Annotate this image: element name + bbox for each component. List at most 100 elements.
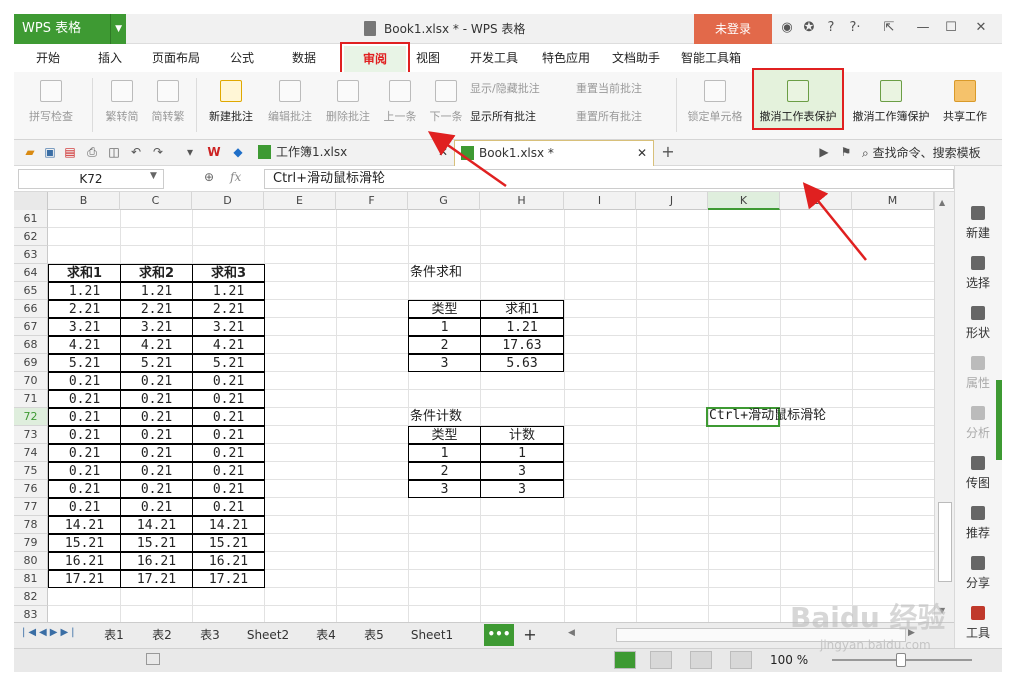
sheet-tab[interactable]: 表3 (192, 625, 228, 645)
table-cell[interactable]: 2.21 (48, 300, 121, 318)
tab-page-layout[interactable]: 页面布局 (148, 46, 204, 70)
restore-ribbon-icon[interactable]: ⇱ (880, 19, 898, 37)
column-header-l[interactable]: L (780, 192, 852, 210)
cond-count-cell[interactable]: 1 (480, 444, 564, 462)
tab-home[interactable]: 开始 (30, 46, 66, 70)
table-cell[interactable]: 0.21 (120, 498, 193, 516)
reading-mode-button[interactable] (730, 651, 752, 669)
row-header-78[interactable]: 78 (14, 516, 48, 534)
spellcheck-button[interactable]: 拼写检查 (20, 78, 82, 130)
simp-to-trad-button[interactable]: 简转繁 (146, 78, 190, 130)
unprotect-workbook-button[interactable]: 撤消工作簿保护 (846, 78, 936, 130)
row-header-81[interactable]: 81 (14, 570, 48, 588)
cond-sum-header[interactable]: 求和1 (480, 300, 564, 318)
table-cell[interactable]: 0.21 (120, 462, 193, 480)
select-all-corner[interactable] (14, 192, 48, 210)
row-header-69[interactable]: 69 (14, 354, 48, 372)
column-header-f[interactable]: F (336, 192, 408, 210)
cube-icon[interactable]: ◆ (230, 144, 246, 160)
lock-cell-button[interactable]: 锁定单元格 (682, 78, 748, 130)
table-cell[interactable]: 0.21 (192, 444, 265, 462)
table-cell[interactable]: 0.21 (48, 390, 121, 408)
open-folder-icon[interactable]: ▰ (22, 144, 38, 160)
page-break-view-button[interactable] (650, 651, 672, 669)
sheet-tab[interactable]: Sheet2 (242, 625, 294, 645)
row-header-67[interactable]: 67 (14, 318, 48, 336)
row-header-70[interactable]: 70 (14, 372, 48, 390)
column-header-g[interactable]: G (408, 192, 480, 210)
table-cell[interactable]: 0.21 (192, 426, 265, 444)
row-header-82[interactable]: 82 (14, 588, 48, 606)
cell-k72[interactable]: Ctrl+滑动鼠标滑轮 (709, 407, 849, 425)
table-cell[interactable]: 16.21 (192, 552, 265, 570)
close-tab-icon[interactable]: ✕ (438, 140, 448, 164)
table-cell[interactable]: 0.21 (192, 480, 265, 498)
sheet-tab[interactable]: 表1 (96, 625, 132, 645)
share-workbook-button[interactable]: 共享工作 (940, 78, 990, 130)
column-header-c[interactable]: C (120, 192, 192, 210)
new-tab-plus-icon[interactable]: + (660, 144, 676, 160)
tab-developer[interactable]: 开发工具 (464, 46, 524, 70)
normal-view-button[interactable] (614, 651, 636, 669)
column-header-h[interactable]: H (480, 192, 564, 210)
cond-sum-cell[interactable]: 3 (408, 354, 481, 372)
customize-dropdown-icon[interactable]: ▾ (182, 144, 198, 160)
sidebar-recommend[interactable]: 推荐 (954, 500, 1002, 548)
next-comment-button[interactable]: 下一条 (424, 78, 468, 130)
scroll-up-icon[interactable]: ▲ (939, 198, 951, 208)
sidebar-upload-image[interactable]: 传图 (954, 450, 1002, 498)
row-header-76[interactable]: 76 (14, 480, 48, 498)
hscroll-left-icon[interactable]: ◀ (568, 628, 575, 638)
row-header-75[interactable]: 75 (14, 462, 48, 480)
cond-sum-cell[interactable]: 17.63 (480, 336, 564, 354)
show-hide-comment-button[interactable]: 显示/隐藏批注 (470, 80, 570, 98)
table-cell[interactable]: 1.21 (48, 282, 121, 300)
help-icon[interactable]: ?· (846, 19, 864, 37)
prev-comment-button[interactable]: 上一条 (378, 78, 422, 130)
app-menu-button[interactable]: WPS 表格 ▼ (14, 14, 126, 44)
table-cell[interactable]: 0.21 (192, 372, 265, 390)
table-cell[interactable]: 0.21 (48, 426, 121, 444)
row-header-73[interactable]: 73 (14, 426, 48, 444)
sidebar-share[interactable]: 分享 (954, 550, 1002, 598)
close-icon[interactable]: ✕ (972, 19, 990, 37)
table-cell[interactable]: 14.21 (48, 516, 121, 534)
column-header-d[interactable]: D (192, 192, 264, 210)
table-cell[interactable]: 5.21 (192, 354, 265, 372)
column-header-j[interactable]: J (636, 192, 708, 210)
add-sheet-plus-icon[interactable]: + (520, 625, 540, 645)
name-box[interactable]: K72 (18, 169, 164, 189)
print-icon[interactable]: ⎙ (84, 144, 100, 160)
row-header-74[interactable]: 74 (14, 444, 48, 462)
sidebar-shape[interactable]: 形状 (954, 300, 1002, 348)
row-header-62[interactable]: 62 (14, 228, 48, 246)
row-header-63[interactable]: 63 (14, 246, 48, 264)
cond-count-header[interactable]: 类型 (408, 426, 481, 444)
tab-formula[interactable]: 公式 (224, 46, 260, 70)
skin-icon[interactable]: ◉ (778, 19, 796, 37)
scrollbar-thumb[interactable] (938, 502, 952, 582)
macro-icon[interactable] (146, 653, 160, 665)
cond-sum-cell[interactable]: 1.21 (480, 318, 564, 336)
formula-input[interactable]: Ctrl+滑动鼠标滑轮 (264, 169, 954, 189)
wps-logo-icon[interactable]: W (206, 144, 222, 160)
trad-to-simp-button[interactable]: 繁转简 (100, 78, 144, 130)
tab-data[interactable]: 数据 (286, 46, 322, 70)
doc-tab-workbook1[interactable]: 工作簿1.xlsx ✕ (254, 140, 454, 166)
sidebar-analysis[interactable]: 分析 (954, 400, 1002, 448)
undo-icon[interactable]: ↶ (128, 144, 144, 160)
table-cell[interactable]: 5.21 (120, 354, 193, 372)
row-header-71[interactable]: 71 (14, 390, 48, 408)
table-cell[interactable]: 0.21 (48, 480, 121, 498)
table-cell[interactable]: 0.21 (120, 408, 193, 426)
table-cell[interactable]: 0.21 (120, 444, 193, 462)
cond-sum-cell[interactable]: 1 (408, 318, 481, 336)
tab-doc-assistant[interactable]: 文档助手 (606, 46, 666, 70)
table-cell[interactable]: 1.21 (120, 282, 193, 300)
row-header-79[interactable]: 79 (14, 534, 48, 552)
cond-sum-cell[interactable]: 5.63 (480, 354, 564, 372)
login-button[interactable]: 未登录 (694, 14, 772, 44)
minimize-icon[interactable]: — (914, 19, 932, 37)
column-header-m[interactable]: M (852, 192, 934, 210)
sheet-nav-arrows-icon[interactable]: |◀◀▶▶| (22, 627, 78, 638)
